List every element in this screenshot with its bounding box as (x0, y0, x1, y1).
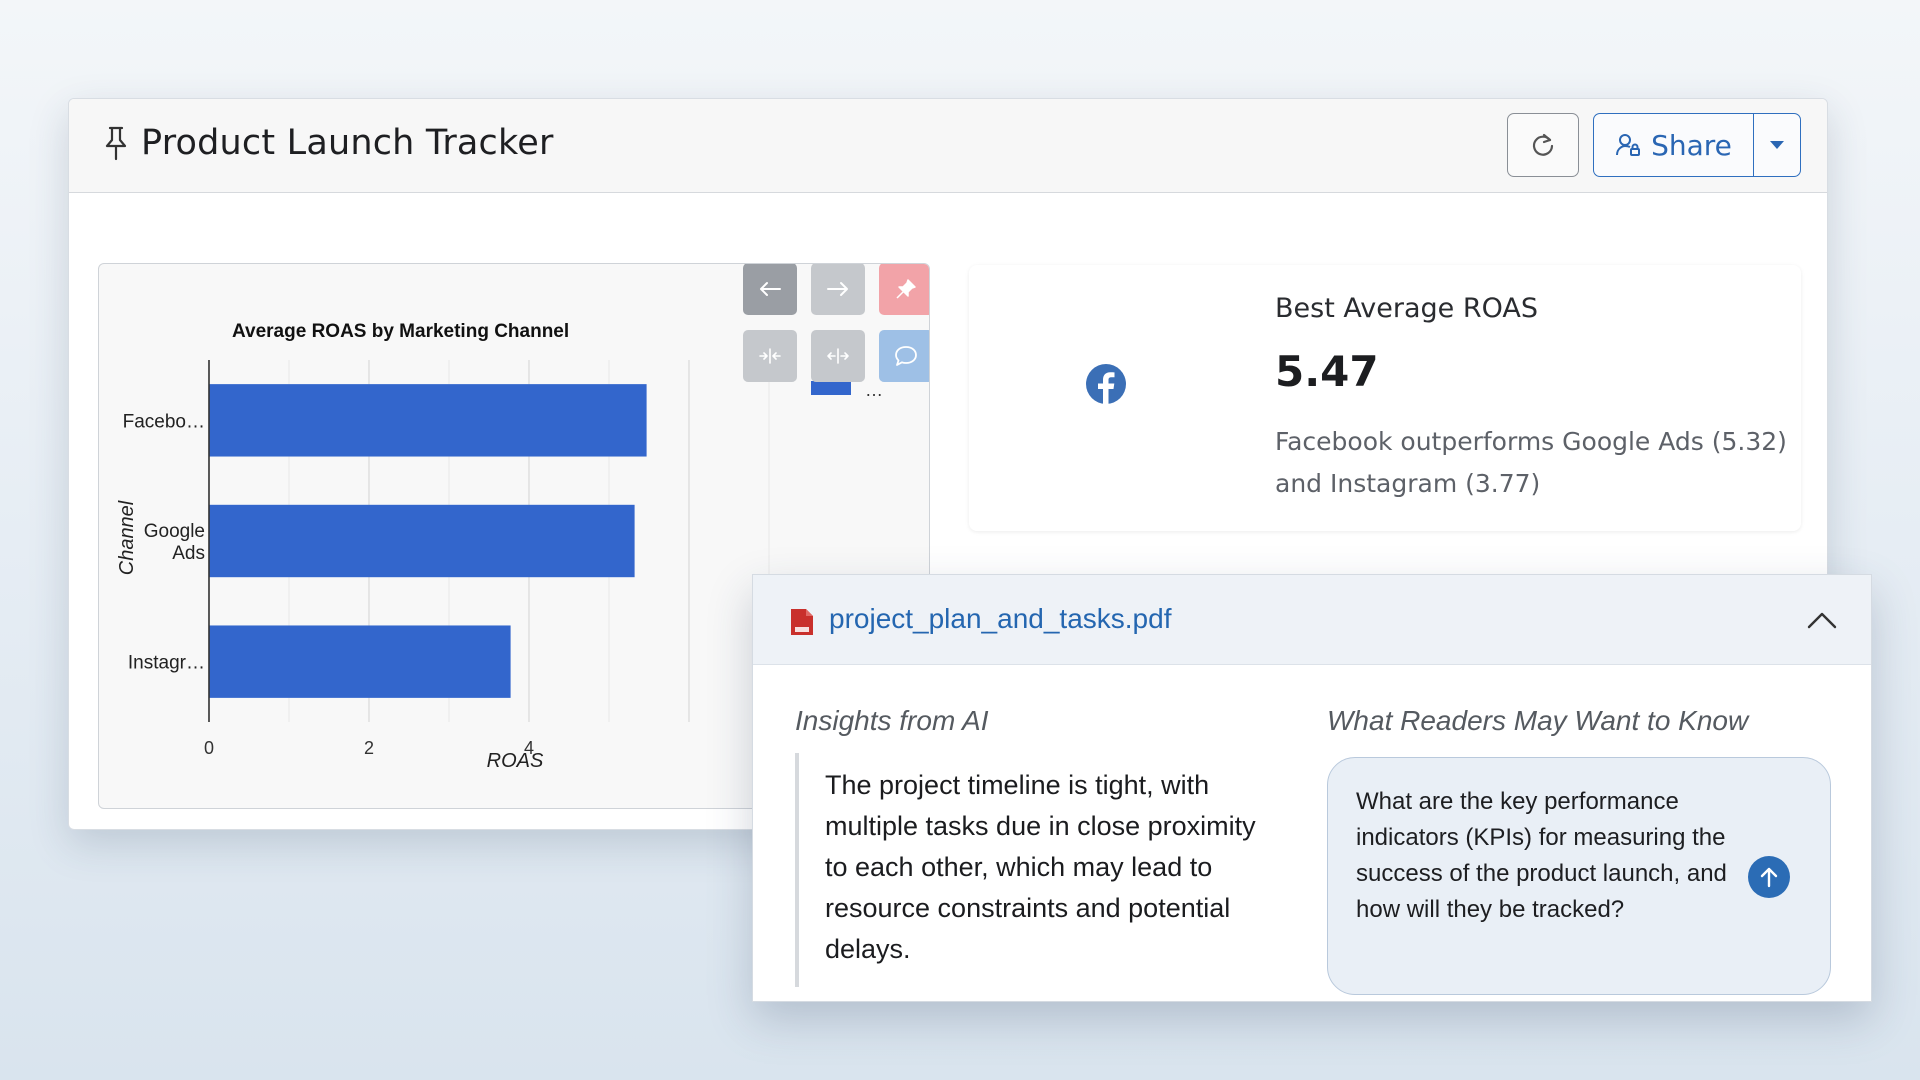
pin-icon[interactable] (101, 125, 131, 161)
arrow-up-icon (1760, 867, 1778, 888)
comment-button[interactable] (879, 330, 929, 382)
comment-icon (895, 346, 917, 366)
previous-button[interactable] (743, 264, 797, 315)
pin-chart-button[interactable] (879, 264, 929, 315)
legend-overflow: … (865, 380, 883, 400)
share-user-icon (1616, 134, 1641, 156)
file-panel-header[interactable]: project_plan_and_tasks.pdf (753, 575, 1871, 665)
questions-title: What Readers May Want to Know (1327, 705, 1749, 736)
next-button[interactable] (811, 264, 865, 315)
chart-category-label: Ads (172, 543, 205, 564)
shrink-width-button[interactable] (743, 330, 797, 382)
chart-bar[interactable] (209, 384, 647, 457)
ask-question-button[interactable] (1748, 856, 1790, 898)
file-name-link[interactable]: project_plan_and_tasks.pdf (829, 603, 1171, 635)
chart-title: Average ROAS by Marketing Channel (232, 321, 569, 342)
chart-bar[interactable] (209, 504, 635, 578)
pin-filled-icon (896, 279, 916, 299)
chart-x-axis-label: ROAS (487, 750, 544, 772)
chart-x-tick-label: 2 (364, 738, 374, 758)
share-button[interactable]: Share (1593, 113, 1753, 177)
suggested-question-text: What are the key performance indicators … (1356, 788, 1727, 923)
file-insights-panel: project_plan_and_tasks.pdf Insights from… (752, 574, 1872, 1002)
chart-bar[interactable] (209, 625, 511, 698)
insights-title: Insights from AI (795, 705, 989, 736)
dashboard-header: Product Launch Tracker Share (69, 99, 1827, 193)
chart-category-label: Facebo… (123, 411, 205, 432)
share-dropdown-button[interactable] (1753, 113, 1801, 177)
chart-category-label: Instagr… (128, 653, 205, 674)
chart-y-axis-label: Channel (116, 500, 138, 575)
share-label: Share (1651, 128, 1732, 162)
kpi-description: Facebook outperforms Google Ads (5.32) a… (1275, 427, 1787, 498)
pdf-file-icon (791, 609, 813, 635)
legend-swatch (811, 381, 851, 395)
caret-down-icon (1770, 141, 1784, 149)
facebook-icon (1086, 364, 1126, 405)
chevron-up-icon[interactable] (1805, 605, 1839, 635)
page-title: Product Launch Tracker (141, 123, 554, 163)
expand-horizontal-icon (827, 348, 849, 364)
kpi-value: 5.47 (1275, 347, 1379, 396)
chart-category-label: Google (144, 521, 205, 542)
refresh-icon (1532, 133, 1554, 156)
kpi-card: Best Average ROAS 5.47 Facebook outperfo… (969, 265, 1801, 531)
insight-text: The project timeline is tight, with mult… (825, 770, 1256, 964)
chart-x-tick-label: 0 (204, 738, 214, 758)
arrow-left-icon (760, 282, 781, 296)
suggested-question-card[interactable]: What are the key performance indicators … (1327, 757, 1831, 995)
collapse-horizontal-icon (759, 348, 781, 364)
refresh-button[interactable] (1507, 113, 1579, 177)
expand-width-button[interactable] (811, 330, 865, 382)
insight-quote-bar (795, 753, 799, 987)
kpi-label: Best Average ROAS (1275, 293, 1538, 324)
arrow-right-icon (827, 282, 848, 296)
